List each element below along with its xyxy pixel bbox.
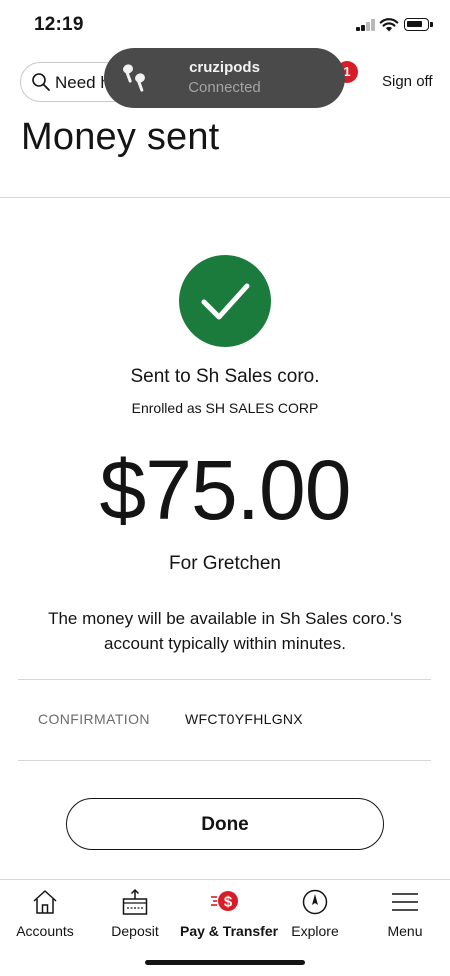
- wifi-icon: [379, 18, 399, 32]
- home-indicator[interactable]: [145, 960, 305, 965]
- deposit-icon: [122, 888, 148, 915]
- tab-accounts[interactable]: Accounts: [0, 880, 90, 950]
- search-icon: [32, 73, 50, 91]
- status-time: 12:19: [34, 14, 84, 35]
- pay-transfer-icon: $: [211, 891, 238, 911]
- page-title: Money sent: [21, 116, 220, 158]
- tab-deposit[interactable]: Deposit: [90, 880, 180, 950]
- recipient-line: Sent to Sh Sales coro.: [130, 366, 320, 387]
- enrolled-as-line: Enrolled as SH SALES CORP: [131, 400, 319, 416]
- toast-status: Connected: [188, 79, 261, 96]
- tab-label: Menu: [387, 923, 423, 939]
- toast-device-name: cruzipods: [189, 59, 260, 76]
- home-icon: [33, 890, 57, 914]
- divider: [18, 679, 431, 680]
- amount-sent: $75.00: [99, 443, 352, 537]
- airpods-connected-toast[interactable]: cruzipods Connected: [104, 48, 345, 108]
- tab-explore[interactable]: Explore: [270, 880, 360, 950]
- svg-text:$: $: [224, 894, 233, 911]
- cellular-signal-icon: [356, 19, 376, 31]
- memo-line: For Gretchen: [169, 553, 281, 574]
- availability-note: The money will be available in Sh Sales …: [48, 609, 402, 653]
- compass-icon: [302, 889, 328, 915]
- sign-off-link[interactable]: Sign off: [382, 73, 433, 90]
- success-check-icon: [179, 255, 271, 347]
- confirmation-number: WFCT0YFHLGNX: [185, 711, 303, 727]
- tab-label: Explore: [291, 923, 339, 939]
- tab-pay-transfer[interactable]: $ Pay & Transfer: [180, 880, 279, 950]
- tab-menu[interactable]: Menu: [360, 880, 450, 950]
- tab-label: Pay & Transfer: [180, 923, 279, 939]
- tab-label: Accounts: [16, 923, 74, 939]
- done-button[interactable]: Done: [66, 798, 384, 850]
- battery-icon: [404, 18, 433, 31]
- header-divider: [0, 197, 450, 198]
- tab-label: Deposit: [111, 923, 159, 939]
- divider: [18, 760, 431, 761]
- menu-icon: [392, 893, 418, 911]
- confirmation-label: CONFIRMATION: [38, 711, 150, 727]
- status-bar: 12:19: [0, 0, 450, 48]
- search-placeholder: Need h: [55, 73, 110, 92]
